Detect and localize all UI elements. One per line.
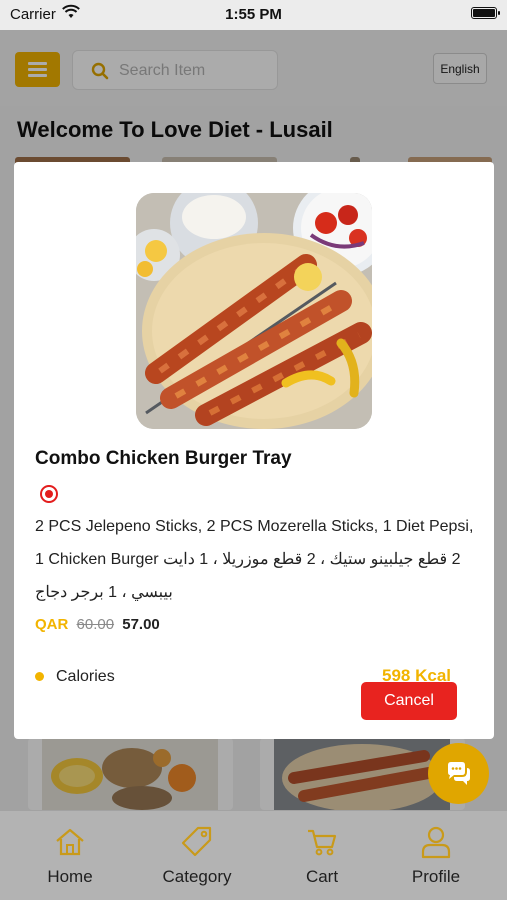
product-image: [136, 193, 372, 429]
chat-button[interactable]: [428, 743, 489, 804]
home-icon: [56, 828, 84, 856]
cancel-button[interactable]: Cancel: [361, 682, 457, 720]
nav-item-home[interactable]: Home: [7, 811, 133, 900]
price-currency: QAR: [35, 616, 69, 633]
nav-label-home: Home: [47, 867, 93, 886]
product-detail-dialog: Combo Chicken Burger Tray 2 PCS Jelepeno…: [14, 162, 494, 739]
user-icon: [421, 826, 451, 859]
size-option-radio[interactable]: [40, 485, 58, 503]
status-bar: Carrier 1:55 PM: [0, 0, 507, 30]
nav-label-category: Category: [162, 867, 232, 886]
price-original: 60.00: [76, 616, 115, 633]
price-discounted: 57.00: [122, 616, 160, 633]
tag-icon: [181, 826, 212, 857]
chat-icon: [448, 762, 470, 785]
nutrition-label: Calories: [56, 668, 115, 685]
nav-label-cart: Cart: [305, 867, 339, 886]
nav-item-cart[interactable]: Cart: [259, 811, 385, 900]
nav-item-category[interactable]: Category: [134, 811, 260, 900]
nav-item-profile[interactable]: Profile: [373, 811, 499, 900]
product-title: Combo Chicken Burger Tray: [35, 448, 292, 469]
price: QAR 60.00 57.00: [35, 616, 160, 633]
cart-icon: [308, 829, 337, 856]
bottom-navigation: Home Category Cart Profile: [0, 811, 507, 900]
nav-label-profile: Profile: [411, 867, 461, 886]
battery-icon: [471, 7, 500, 19]
product-description: 2 PCS Jelepeno Sticks, 2 PCS Mozerella S…: [35, 510, 475, 609]
bullet-icon: [35, 672, 44, 681]
status-time: 1:55 PM: [225, 6, 282, 23]
